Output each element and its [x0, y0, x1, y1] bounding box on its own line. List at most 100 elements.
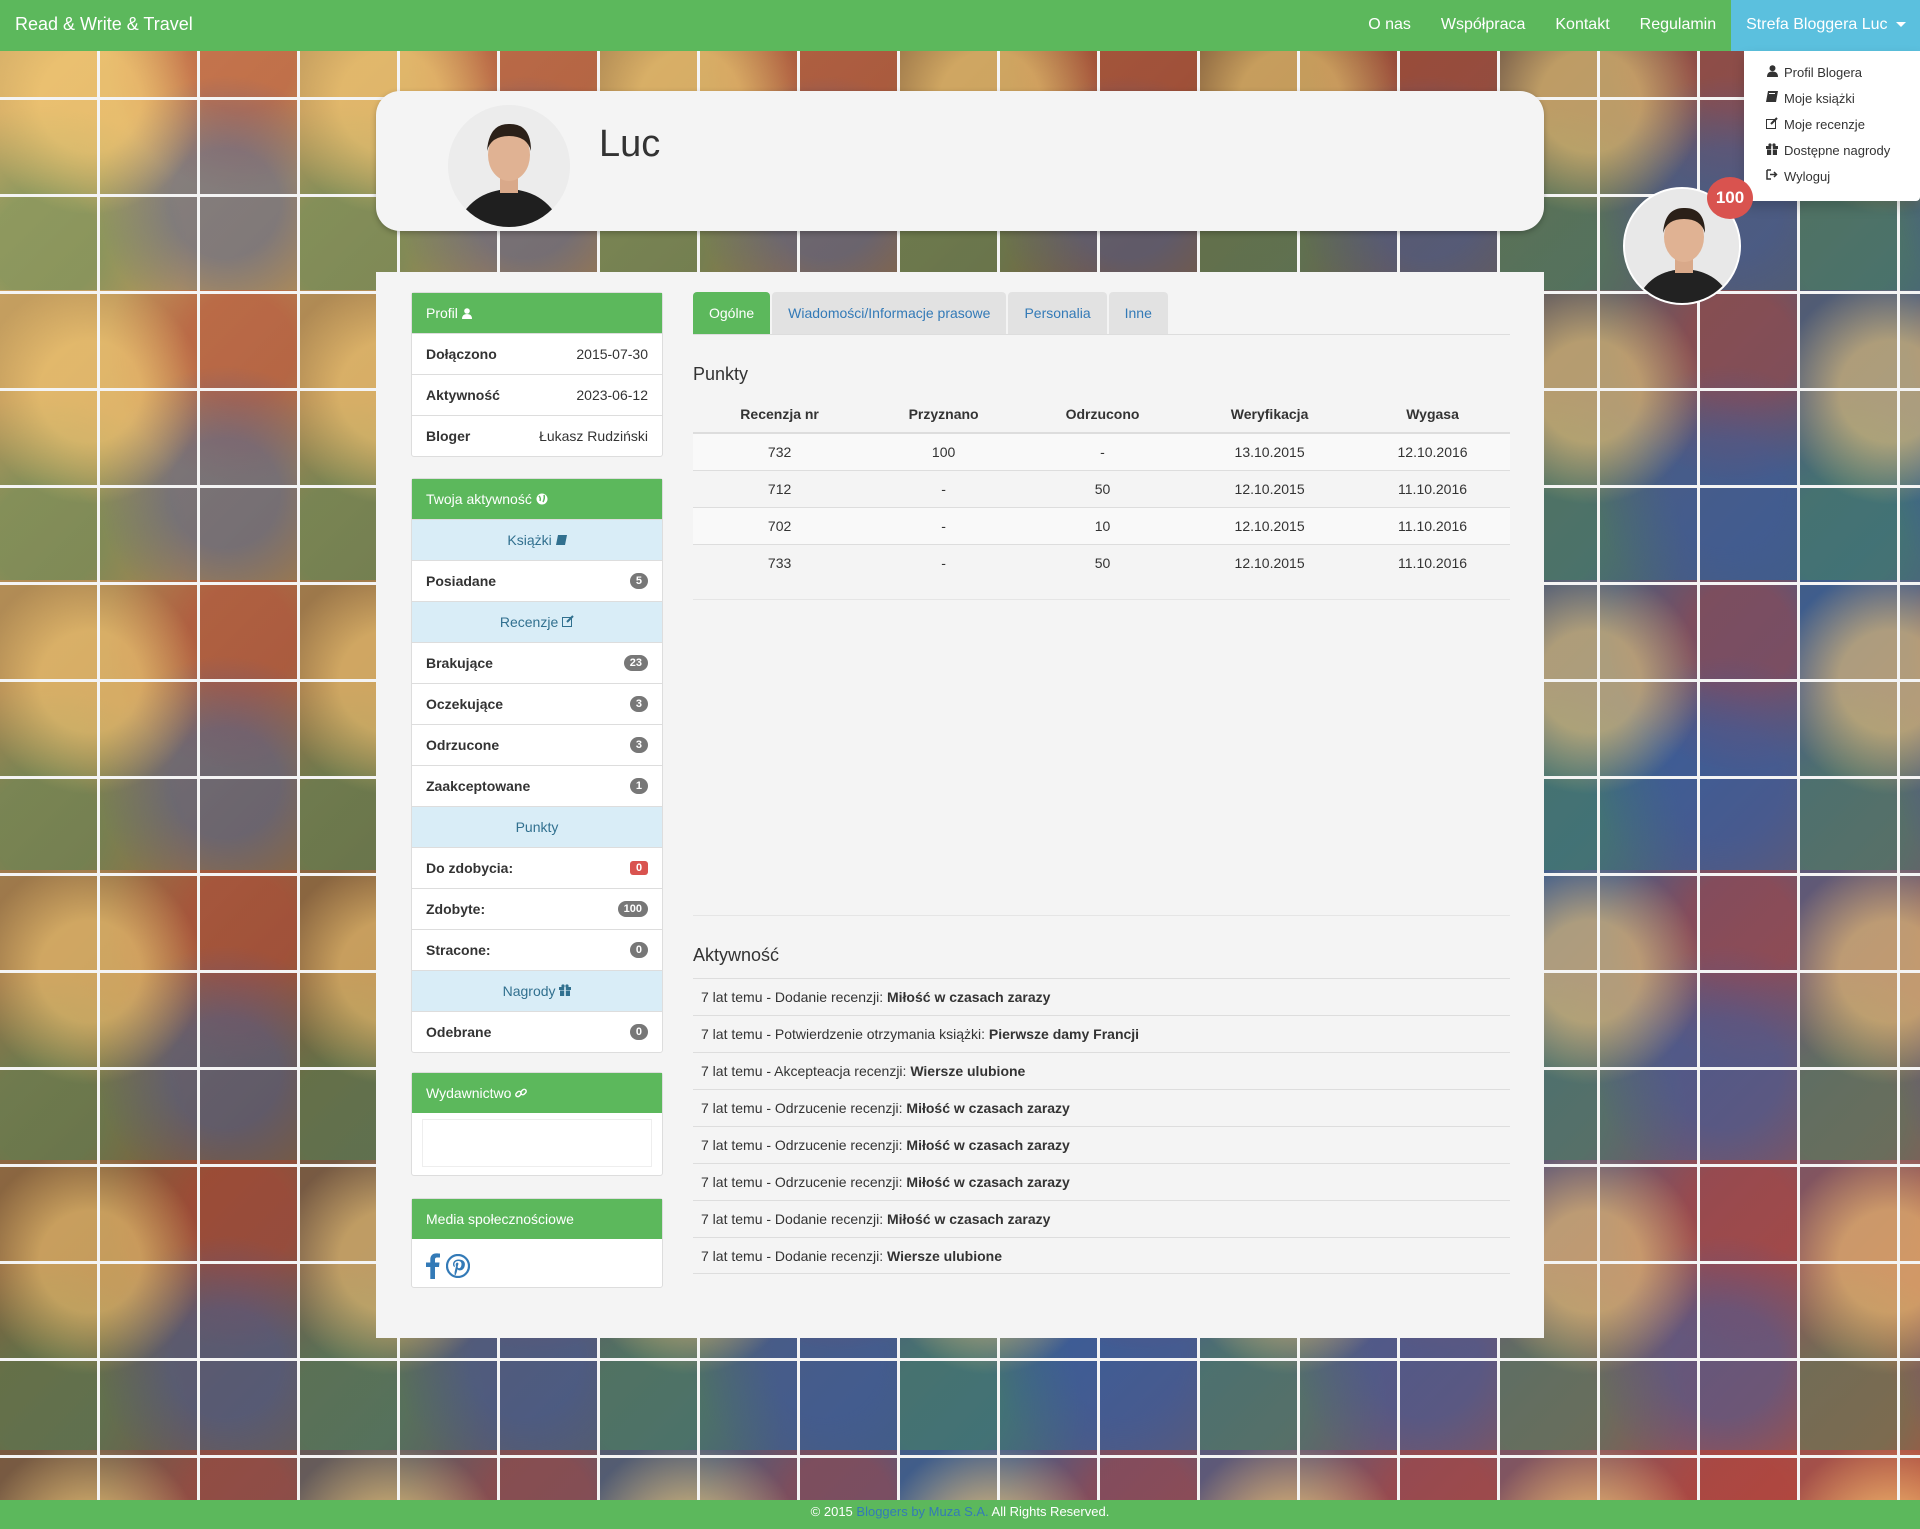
nav-link-o-nas[interactable]: O nas: [1353, 0, 1426, 51]
panel-title: Media społecznościowe: [426, 1211, 574, 1227]
table-cell: 50: [1020, 543, 1185, 581]
column-header: Recenzja nr: [693, 396, 867, 434]
menu-item-wyloguj[interactable]: Wyloguj: [1744, 163, 1920, 189]
activity-title: Miłość w czasach zarazy: [906, 1137, 1070, 1153]
stat-row-missing[interactable]: Brakujące 23: [412, 642, 662, 683]
edit-icon: [562, 615, 574, 627]
menu-item-moje-ksiazki[interactable]: Moje książki: [1744, 85, 1920, 111]
stat-row-earned: Zdobyte: 100: [412, 888, 662, 929]
stat-count: 5: [629, 573, 648, 589]
subheader-label: Książki: [507, 532, 552, 548]
stat-row-accepted[interactable]: Zaakceptowane 1: [412, 765, 662, 806]
table-cell: 12.10.2016: [1355, 432, 1510, 470]
profile-row: Bloger Łukasz Rudziński: [412, 415, 662, 456]
points-section-title: Punkty: [693, 364, 749, 384]
divider: [693, 599, 1510, 600]
menu-item-dostepne-nagrody[interactable]: Dostępne nagrody: [1744, 137, 1920, 163]
menu-item-label: Moje recenzje: [1784, 116, 1865, 132]
user-menu-toggle[interactable]: Strefa Bloggera Luc: [1731, 0, 1920, 51]
table-row: 702 - 10 12.10.2015 11.10.2016: [693, 506, 1510, 544]
table-cell: 13.10.2015: [1184, 432, 1356, 470]
tab-inne[interactable]: Inne: [1108, 292, 1168, 334]
menu-item-moje-recenzje[interactable]: Moje recenzje: [1744, 111, 1920, 137]
activity-panel-header: Twoja aktywność: [412, 479, 662, 519]
caret-down-icon: [1896, 22, 1906, 28]
profile-panel: Profil Dołączono 2015-07-30 Aktywność 2023…: [411, 292, 663, 457]
profile-name: Luc: [599, 123, 661, 165]
activity-title: Miłość w czasach zarazy: [886, 1211, 1051, 1227]
tab-wiadomosci[interactable]: Wiadomości/Informacje prasowe: [772, 292, 1007, 334]
footer-link[interactable]: Bloggers by Muza S.A.: [856, 1504, 988, 1519]
list-item: 7 lat temu - Odrzucenie recenzji: Miłość…: [693, 1163, 1510, 1200]
stat-row-pending[interactable]: Oczekujące 3: [412, 683, 662, 724]
stat-count: 23: [623, 655, 648, 671]
stat-row-owned[interactable]: Posiadane 5: [412, 560, 662, 601]
stat-count: 1: [629, 778, 648, 794]
table-cell: -: [866, 506, 1021, 544]
table-cell: 100: [866, 432, 1021, 470]
panel-title: Profil: [426, 305, 458, 321]
stat-row-awards-received[interactable]: Odebrane 0: [412, 1011, 662, 1052]
activity-text: 7 lat temu - Akcepteacja recenzji:: [701, 1063, 911, 1079]
points-subheader: Punkty: [412, 806, 662, 847]
stat-label: Do zdobycia:: [426, 860, 514, 876]
table-cell: 11.10.2016: [1355, 543, 1510, 581]
stat-row-rejected[interactable]: Odrzucone 3: [412, 724, 662, 765]
nav-link-wspolpraca[interactable]: Współpraca: [1426, 0, 1540, 51]
stat-label: Zaakceptowane: [426, 778, 531, 794]
facebook-icon[interactable]: [426, 1253, 440, 1279]
stat-row-lost: Stracone: 0: [412, 929, 662, 970]
edit-icon: [1764, 116, 1780, 132]
subheader-label: Recenzje: [499, 614, 559, 630]
column-header: Weryfikacja: [1184, 396, 1356, 434]
column-header: Odrzucono: [1020, 396, 1185, 434]
table-cell: 10: [1020, 506, 1185, 544]
activity-section-title: Aktywność: [693, 945, 780, 965]
list-item: 7 lat temu - Dodanie recenzji: Miłość w …: [693, 1200, 1510, 1237]
list-item: 7 lat temu - Akcepteacja recenzji: Wiers…: [693, 1052, 1510, 1089]
menu-item-label: Moje książki: [1784, 90, 1855, 106]
brand-link[interactable]: Read & Write & Travel: [15, 14, 193, 35]
stat-label: Oczekujące: [426, 696, 504, 712]
stat-label: Odebrane: [426, 1024, 492, 1040]
profile-row: Dołączono 2015-07-30: [412, 333, 662, 374]
profile-row: Aktywność 2023-06-12: [412, 374, 662, 415]
awards-subheader[interactable]: Nagrody: [412, 970, 662, 1011]
nav-link-kontakt[interactable]: Kontakt: [1540, 0, 1624, 51]
column-header: Przyznano: [866, 396, 1021, 434]
table-cell: 12.10.2015: [1184, 543, 1356, 581]
row-key: Aktywność: [426, 387, 500, 403]
tab-personalia[interactable]: Personalia: [1008, 292, 1107, 334]
activity-text: 7 lat temu - Dodanie recenzji:: [701, 1248, 887, 1264]
column-header: Wygasa: [1355, 396, 1510, 434]
footer-rights: All Rights Reserved.: [988, 1504, 1110, 1519]
pinterest-icon[interactable]: [446, 1254, 470, 1278]
publisher-panel: Wydawnictwo: [411, 1072, 663, 1176]
stat-count: 0: [630, 861, 648, 875]
nav-link-regulamin[interactable]: Regulamin: [1625, 0, 1731, 51]
activity-title: Miłość w czasach zarazy: [906, 1100, 1070, 1116]
table-cell: 733: [693, 543, 867, 581]
social-panel-header: Media społecznościowe: [412, 1199, 662, 1239]
activity-stats-panel: Twoja aktywność Książki Posiadane 5 Recen…: [411, 478, 663, 1053]
list-item: 7 lat temu - Dodanie recenzji: Wiersze u…: [693, 1237, 1510, 1274]
stat-count: 3: [629, 737, 648, 753]
tab-ogolne[interactable]: Ogólne: [693, 292, 771, 334]
table-cell: 712: [693, 469, 867, 507]
stat-count: 100: [617, 901, 648, 917]
table-cell: -: [866, 469, 1021, 507]
reviews-subheader[interactable]: Recenzje: [412, 601, 662, 642]
divider: [693, 915, 1510, 916]
stat-label: Brakujące: [426, 655, 493, 671]
stat-count: 0: [629, 1024, 648, 1040]
panel-title: Wydawnictwo: [426, 1085, 512, 1101]
books-subheader[interactable]: Książki: [412, 519, 662, 560]
activity-title: Pierwsze damy Francji: [988, 1026, 1140, 1042]
activity-text: 7 lat temu - Potwierdzenie otrzymania ks…: [701, 1026, 989, 1042]
table-row: 733 - 50 12.10.2015 11.10.2016: [693, 543, 1510, 581]
stat-label: Zdobyte:: [426, 901, 486, 917]
user-menu-label: Strefa Bloggera Luc: [1746, 16, 1888, 33]
menu-item-label: Profil Blogera: [1784, 64, 1863, 80]
social-media-panel: Media społecznościowe: [411, 1198, 663, 1288]
menu-item-profil-blogera[interactable]: Profil Blogera: [1744, 59, 1920, 85]
